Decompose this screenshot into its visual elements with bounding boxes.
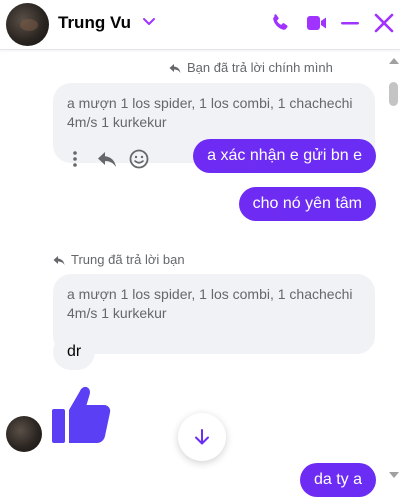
chat-header: Trung Vu [0, 0, 400, 50]
close-icon[interactable] [372, 11, 396, 35]
outgoing-message[interactable]: a xác nhận e gửi bn e [193, 139, 376, 173]
more-icon[interactable] [64, 148, 86, 170]
contact-avatar[interactable] [6, 416, 42, 452]
scrollbar-thumb[interactable] [389, 82, 398, 106]
incoming-message[interactable]: dr [53, 334, 96, 370]
reply-note: Bạn đã trả lời chính mình [168, 60, 333, 75]
outgoing-message[interactable]: cho nó yên tâm [238, 187, 376, 221]
outgoing-message[interactable]: da ty a [299, 463, 376, 497]
thumbs-up-icon[interactable] [50, 383, 114, 445]
scroll-down-arrow[interactable] [389, 472, 399, 478]
arrow-down-icon [195, 429, 209, 445]
chevron-down-icon[interactable] [141, 13, 157, 29]
reply-icon [53, 255, 65, 265]
message-actions [64, 148, 150, 170]
conversation-area: Bạn đã trả lời chính mình a mượn 1 los s… [0, 50, 400, 497]
scroll-to-bottom-button[interactable] [178, 413, 226, 461]
minimize-icon[interactable] [338, 11, 362, 35]
phone-icon[interactable] [268, 11, 292, 35]
video-icon[interactable] [304, 11, 328, 35]
scrollbar[interactable] [386, 52, 400, 497]
reply-icon [169, 63, 181, 73]
reply-icon[interactable] [96, 148, 118, 170]
quoted-message[interactable]: a mượn 1 los spider, 1 los combi, 1 chac… [53, 274, 375, 354]
contact-name[interactable]: Trung Vu [58, 13, 131, 33]
reply-note-text: Bạn đã trả lời chính mình [187, 60, 333, 75]
scroll-up-arrow[interactable] [389, 58, 399, 64]
reply-note: Trung đã trả lời bạn [52, 252, 185, 267]
contact-avatar[interactable] [6, 3, 49, 46]
reply-note-text: Trung đã trả lời bạn [71, 252, 185, 267]
emoji-icon[interactable] [128, 148, 150, 170]
